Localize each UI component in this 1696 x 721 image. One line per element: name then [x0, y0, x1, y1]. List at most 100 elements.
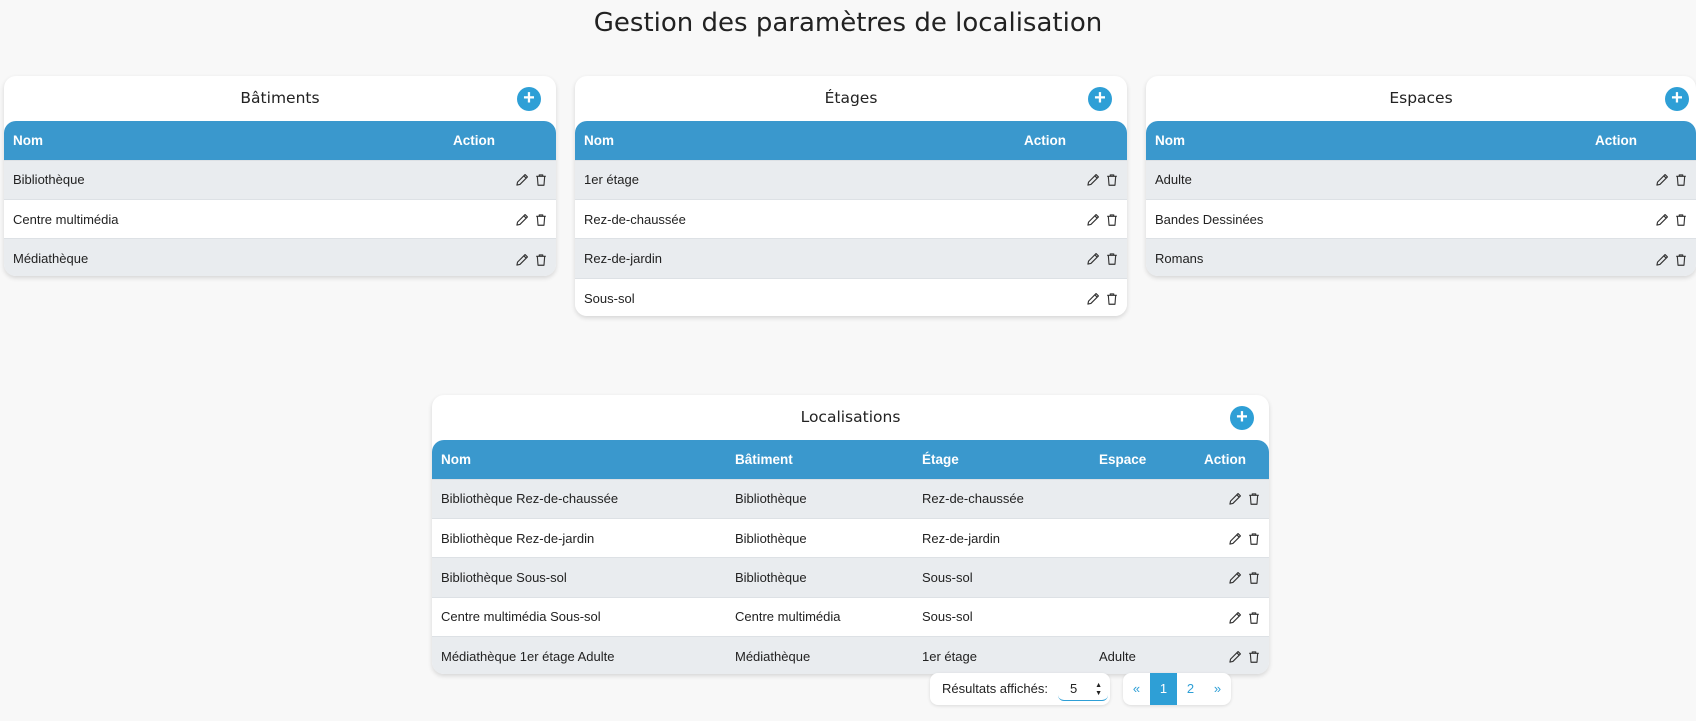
localisations-card-header: Localisations + [432, 395, 1269, 440]
cell-batiment: Bibliothèque [726, 478, 913, 519]
add-localisation-button[interactable]: + [1230, 406, 1254, 430]
action-cell [444, 198, 556, 239]
pencil-icon[interactable] [515, 253, 529, 267]
column-header-nom: Nom [13, 132, 43, 148]
table-row: Centre multimédia [4, 198, 556, 239]
results-label: Résultats affichés: [942, 681, 1048, 696]
pencil-icon[interactable] [1228, 611, 1242, 625]
trash-icon[interactable] [1247, 532, 1261, 546]
table-row: 1er étage [575, 159, 1127, 200]
add-batiment-button[interactable]: + [517, 87, 541, 111]
cell-etage: 1er étage [913, 636, 1090, 674]
trash-icon[interactable] [1247, 611, 1261, 625]
table-row: Médiathèque 1er étage Adulte Médiathèque 1… [432, 636, 1269, 674]
column-header-nom: Nom [1155, 132, 1185, 148]
localisations-table: Nom Bâtiment Étage Espace Action Bibliot… [432, 440, 1269, 674]
etages-title: Étages [824, 89, 878, 107]
cell-nom: Bibliothèque Rez-de-jardin [432, 517, 726, 558]
cell-batiment: Bibliothèque [726, 517, 913, 558]
cell-etage: Rez-de-jardin [913, 517, 1090, 558]
localisations-title: Localisations [800, 408, 901, 426]
pencil-icon[interactable] [1228, 492, 1242, 506]
column-header-batiment: Bâtiment [735, 451, 793, 467]
pencil-icon[interactable] [515, 213, 529, 227]
cell-nom: Bibliothèque Rez-de-chaussée [432, 478, 726, 519]
trash-icon[interactable] [1247, 492, 1261, 506]
trash-icon[interactable] [1674, 173, 1688, 187]
add-etage-button[interactable]: + [1088, 87, 1112, 111]
column-header-action: Action [1024, 132, 1066, 148]
page-title: Gestion des paramètres de localisation [593, 8, 1103, 38]
pencil-icon[interactable] [1086, 292, 1100, 306]
pencil-icon[interactable] [1086, 213, 1100, 227]
etages-card: Étages + Nom Action 1er étage Rez-de-chau… [575, 76, 1127, 316]
trash-icon[interactable] [1247, 571, 1261, 585]
cell-espace [1090, 557, 1195, 598]
action-cell [1586, 198, 1696, 239]
pencil-icon[interactable] [1228, 532, 1242, 546]
results-select[interactable]: 5 ▲ ▼ [1058, 677, 1108, 701]
cell-nom: Médiathèque [4, 238, 444, 276]
cell-nom: Médiathèque 1er étage Adulte [432, 636, 726, 674]
table-row: Bibliothèque Sous-sol Bibliothèque Sous-so… [432, 557, 1269, 598]
pencil-icon[interactable] [1086, 173, 1100, 187]
column-header-action: Action [453, 132, 495, 148]
action-cell [1015, 238, 1127, 279]
trash-icon[interactable] [1105, 173, 1119, 187]
cell-etage: Rez-de-chaussée [913, 478, 1090, 519]
action-cell [1586, 159, 1696, 200]
cell-nom: Romans [1146, 238, 1586, 276]
results-select-value: 5 [1070, 681, 1078, 696]
cell-nom: Rez-de-chaussée [575, 198, 1015, 239]
action-cell [1195, 636, 1269, 674]
action-cell [1015, 277, 1127, 316]
pagination-prev[interactable]: « [1123, 673, 1150, 705]
cell-espace [1090, 596, 1195, 637]
pencil-icon[interactable] [1655, 173, 1669, 187]
action-cell [1195, 517, 1269, 558]
pencil-icon[interactable] [1086, 252, 1100, 266]
trash-icon[interactable] [534, 253, 548, 267]
pencil-icon[interactable] [1655, 253, 1669, 267]
cell-nom: Centre multimédia [4, 198, 444, 239]
etages-table: Nom Action 1er étage Rez-de-chaussée Rez-d… [575, 121, 1127, 316]
table-row: Bibliothèque Rez-de-chaussée Bibliothèque… [432, 478, 1269, 519]
pencil-icon[interactable] [1655, 213, 1669, 227]
table-row: Bandes Dessinées [1146, 198, 1696, 239]
trash-icon[interactable] [1247, 650, 1261, 664]
table-row: Bibliothèque [4, 159, 556, 200]
add-espace-button[interactable]: + [1665, 87, 1689, 111]
action-cell [1195, 478, 1269, 519]
trash-icon[interactable] [534, 213, 548, 227]
etages-card-header: Étages + [575, 76, 1127, 121]
trash-icon[interactable] [1105, 213, 1119, 227]
table-row: Médiathèque [4, 238, 556, 276]
table-row: Romans [1146, 238, 1696, 276]
table-row: Sous-sol [575, 277, 1127, 316]
cell-etage: Sous-sol [913, 557, 1090, 598]
pencil-icon[interactable] [1228, 650, 1242, 664]
trash-icon[interactable] [1674, 213, 1688, 227]
batiments-title: Bâtiments [240, 89, 320, 107]
batiments-card-header: Bâtiments + [4, 76, 556, 121]
column-header-nom: Nom [584, 132, 614, 148]
pencil-icon[interactable] [1228, 571, 1242, 585]
batiments-table: Nom Action Bibliothèque Centre multimédia… [4, 121, 556, 276]
cell-batiment: Médiathèque [726, 636, 913, 674]
espaces-title: Espaces [1389, 89, 1453, 107]
table-row: Bibliothèque Rez-de-jardin Bibliothèque Re… [432, 517, 1269, 558]
cell-nom: Rez-de-jardin [575, 238, 1015, 279]
trash-icon[interactable] [1674, 253, 1688, 267]
pencil-icon[interactable] [515, 173, 529, 187]
pagination-page-1[interactable]: 1 [1150, 673, 1177, 705]
pagination-next[interactable]: » [1204, 673, 1231, 705]
pagination-page-2[interactable]: 2 [1177, 673, 1204, 705]
action-cell [1586, 238, 1696, 276]
trash-icon[interactable] [1105, 252, 1119, 266]
trash-icon[interactable] [534, 173, 548, 187]
cell-nom: Bibliothèque [4, 159, 444, 200]
cell-espace [1090, 478, 1195, 519]
cell-batiment: Bibliothèque [726, 557, 913, 598]
trash-icon[interactable] [1105, 292, 1119, 306]
espaces-card: Espaces + Nom Action Adulte Bandes Dessin… [1146, 76, 1696, 276]
